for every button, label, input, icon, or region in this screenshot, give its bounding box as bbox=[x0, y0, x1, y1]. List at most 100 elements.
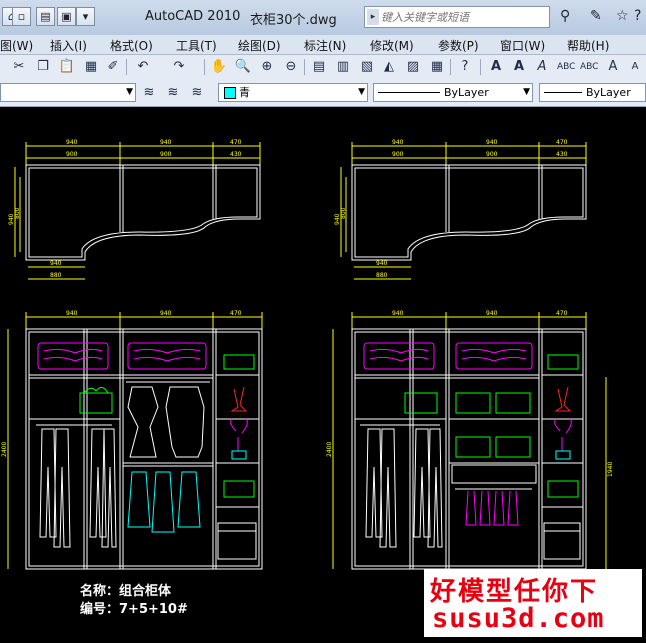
hanging-dresses bbox=[127, 386, 205, 458]
quick-access-dropdown[interactable]: ▾ bbox=[76, 7, 95, 26]
help-icon[interactable]: ? bbox=[634, 8, 641, 24]
drawing-caption-code: 编号：7+5+10# bbox=[80, 602, 188, 617]
model-space-canvas[interactable]: 940 940 470 900 900 430 940 880 940 940 … bbox=[0, 107, 646, 639]
folded-clothes bbox=[404, 354, 579, 498]
search-input[interactable] bbox=[381, 8, 541, 26]
zoom-window-icon[interactable]: ⊕ bbox=[258, 58, 276, 76]
new-icon[interactable]: ▫ bbox=[12, 7, 31, 26]
plan-outline bbox=[25, 164, 261, 261]
multiline-text-icon[interactable]: A bbox=[510, 58, 528, 76]
menu-help[interactable]: 帮助(H) bbox=[567, 37, 609, 54]
undo-icon[interactable]: ↶ bbox=[134, 58, 152, 76]
layer-dropdown[interactable]: ▼ bbox=[0, 83, 136, 102]
design-center-icon[interactable]: ▥ bbox=[334, 58, 352, 76]
menu-parametric[interactable]: 参数(P) bbox=[438, 37, 479, 54]
copy-icon[interactable]: ❐ bbox=[34, 58, 52, 76]
dim-text: 940 bbox=[66, 139, 78, 146]
binoculars-icon[interactable]: ⚲ bbox=[560, 8, 570, 24]
sheet-set-icon[interactable]: ◭ bbox=[380, 58, 398, 76]
hanging-trousers bbox=[39, 428, 117, 548]
dim-text: 470 bbox=[230, 139, 242, 146]
dim-text: 940 bbox=[160, 310, 172, 317]
dim-text: 940 bbox=[486, 139, 498, 146]
match-properties-icon[interactable]: ✐ bbox=[104, 58, 122, 76]
communication-center-icon[interactable]: ✎ bbox=[590, 8, 602, 24]
menu-insert[interactable]: 插入(I) bbox=[50, 37, 87, 54]
markup-icon[interactable]: ▨ bbox=[404, 58, 422, 76]
linetype-value: ByLayer bbox=[444, 86, 489, 99]
redo-icon[interactable]: ↷ bbox=[170, 58, 188, 76]
dim-text: 430 bbox=[556, 151, 568, 158]
menu-tools[interactable]: 工具(T) bbox=[176, 37, 217, 54]
title-bar: ⌂ ▫ ▤ ▣ ▾ AutoCAD 2010 衣柜30个.dwg ▸ ⚲ ✎ ☆… bbox=[0, 0, 646, 36]
color-dropdown[interactable]: 青 ▼ bbox=[218, 83, 368, 102]
zoom-realtime-icon[interactable]: 🔍 bbox=[234, 58, 252, 76]
help-toolbar-icon[interactable]: ? bbox=[456, 58, 474, 76]
dim-text: 880 bbox=[376, 272, 388, 279]
dim-text: 470 bbox=[230, 310, 242, 317]
menu-view[interactable]: 图(W) bbox=[0, 37, 33, 54]
search-box[interactable]: ▸ bbox=[364, 6, 550, 28]
menu-window[interactable]: 窗口(W) bbox=[500, 37, 545, 54]
dim-text: 900 bbox=[160, 151, 172, 158]
make-layer-current-icon[interactable]: ≋ bbox=[140, 84, 158, 102]
decor-figurine bbox=[554, 386, 572, 412]
text-style-icon[interactable]: A bbox=[487, 58, 505, 76]
find-text-icon[interactable]: ABC bbox=[557, 58, 575, 76]
watermark-url: susu3d.com bbox=[432, 603, 605, 634]
cut-icon[interactable]: ✂ bbox=[10, 58, 28, 76]
edit-text-icon[interactable]: A bbox=[533, 58, 551, 76]
toolbar-separator bbox=[304, 59, 305, 75]
zoom-previous-icon[interactable]: ⊖ bbox=[282, 58, 300, 76]
dim-text: 940 bbox=[66, 310, 78, 317]
dim-text: 2400 bbox=[326, 442, 333, 457]
drawer-boxes bbox=[37, 342, 207, 370]
folded-clothes bbox=[79, 354, 255, 498]
properties-toolbar: ▼ ≋ ≋ ≋ 青 ▼ ByLayer ▼ ByLayer bbox=[0, 80, 646, 107]
paste-special-icon[interactable]: ▦ bbox=[82, 58, 100, 76]
layer-states-icon[interactable]: ≋ bbox=[188, 84, 206, 102]
dim-text: 900 bbox=[486, 151, 498, 158]
justify-text-icon[interactable]: A bbox=[626, 58, 644, 76]
save-icon[interactable]: ▣ bbox=[57, 7, 76, 26]
drawing-caption-name: 名称：组合柜体 bbox=[80, 584, 172, 599]
dim-text: 470 bbox=[556, 310, 568, 317]
calculator-icon[interactable]: ▦ bbox=[428, 58, 446, 76]
dimension-lines bbox=[340, 142, 587, 280]
open-icon[interactable]: ▤ bbox=[36, 7, 55, 26]
paste-icon[interactable]: 📋 bbox=[58, 58, 76, 76]
standard-toolbar: ✂ ❐ 📋 ▦ ✐ ↶ ↷ ✋ 🔍 ⊕ ⊖ ▤ ▥ ▧ ◭ ▨ ▦ ? A A … bbox=[0, 55, 646, 81]
left-elevation-view bbox=[7, 312, 263, 570]
dim-text: 800 bbox=[14, 207, 21, 219]
toolbar-separator bbox=[450, 59, 451, 75]
left-plan-view bbox=[14, 142, 261, 280]
pan-icon[interactable]: ✋ bbox=[210, 58, 228, 76]
cad-drawing: 940 940 470 900 900 430 940 880 940 940 … bbox=[1, 139, 614, 570]
favorites-star-icon[interactable]: ☆ bbox=[616, 8, 629, 24]
menu-draw[interactable]: 绘图(D) bbox=[238, 37, 281, 54]
chevron-down-icon: ▼ bbox=[358, 87, 365, 97]
dim-text: 940 bbox=[392, 139, 404, 146]
color-swatch bbox=[224, 87, 236, 99]
dim-text: 900 bbox=[66, 151, 78, 158]
menu-modify[interactable]: 修改(M) bbox=[370, 37, 414, 54]
layer-previous-icon[interactable]: ≋ bbox=[164, 84, 182, 102]
tool-palettes-icon[interactable]: ▧ bbox=[358, 58, 376, 76]
menu-dimension[interactable]: 标注(N) bbox=[304, 37, 346, 54]
dim-text: 470 bbox=[556, 139, 568, 146]
dim-text: 1940 bbox=[607, 462, 614, 477]
linetype-dropdown[interactable]: ByLayer ▼ bbox=[373, 83, 533, 102]
spell-check-icon[interactable]: ABC bbox=[580, 58, 598, 76]
scale-text-icon[interactable]: A bbox=[604, 58, 622, 76]
cabinet-frame bbox=[25, 328, 263, 570]
dimension-texts: 940 940 470 900 900 430 940 880 940 940 … bbox=[1, 139, 614, 477]
drawer-boxes bbox=[363, 342, 533, 370]
properties-icon[interactable]: ▤ bbox=[310, 58, 328, 76]
menu-format[interactable]: 格式(O) bbox=[110, 37, 153, 54]
lineweight-dropdown[interactable]: ByLayer bbox=[539, 83, 646, 102]
watermark: 好模型任你下 susu3d.com bbox=[424, 569, 642, 637]
dim-text: 2400 bbox=[1, 442, 8, 457]
file-title: 衣柜30个.dwg bbox=[250, 13, 337, 28]
search-expand-icon[interactable]: ▸ bbox=[367, 9, 379, 25]
cabinet-frame bbox=[351, 328, 587, 570]
